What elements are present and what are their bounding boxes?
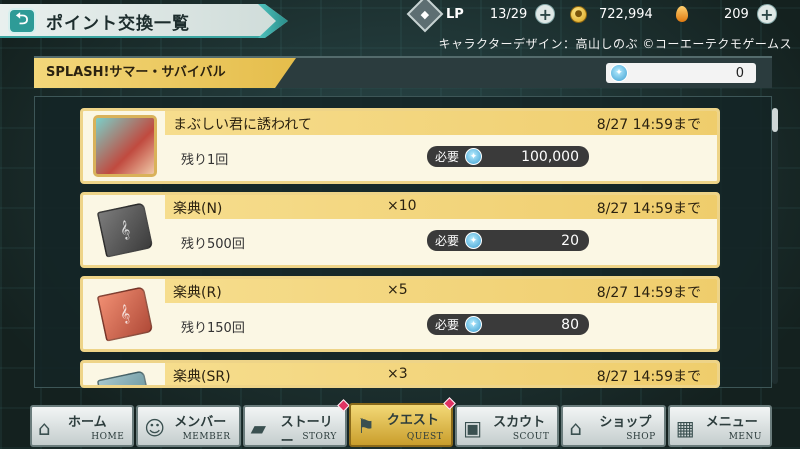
exchange-item[interactable]: まぶしい君に誘われて 8/27 14:59まで 残り1回 必要 ✦ 100,00…	[80, 108, 720, 184]
item-header: 楽典(N) ×10 8/27 14:59まで	[165, 195, 717, 219]
nav-scout[interactable]: ▣ スカウト SCOUT	[455, 405, 560, 447]
shop-icon: ⌂	[569, 416, 583, 440]
item-qty: ×10	[387, 198, 417, 214]
nav-label: ストーリー	[280, 415, 333, 449]
members-icon: ☺	[144, 416, 166, 440]
lp-stat: ◆ LP 13/29 +	[406, 0, 556, 33]
portrait-thumbnail	[93, 115, 157, 177]
ticket-icon: ✦	[465, 232, 483, 249]
bottom-nav: ⌂ ホーム HOME ☺ メンバー MEMBER ▰ ストーリー STORY ⚑…	[0, 397, 800, 449]
nav-label: クエスト	[386, 413, 439, 428]
nav-story[interactable]: ▰ ストーリー STORY	[242, 399, 350, 449]
bus-icon: ▣	[463, 416, 483, 440]
ticket-icon: ✦	[465, 316, 483, 333]
nav-sublabel: QUEST	[406, 432, 444, 442]
nav-sublabel: MENU	[728, 432, 762, 442]
nav-sublabel: MEMBER	[182, 432, 231, 442]
ticket-icon: ✦	[465, 148, 483, 165]
nav-sublabel: HOME	[91, 432, 125, 442]
book-icon: ▰	[250, 416, 266, 440]
item-qty: ×3	[387, 366, 408, 382]
grid-icon: ▦	[675, 416, 695, 440]
nav-label: メンバー	[174, 415, 227, 430]
item-name: 楽典(SR)	[173, 369, 231, 385]
cost-label: 必要	[435, 150, 460, 164]
book-n-icon: 𝄞	[96, 202, 154, 258]
lp-value: 13/29	[489, 6, 528, 22]
item-qty: ×5	[387, 282, 408, 298]
cost-pill: 必要 ✦ 100,000	[427, 146, 589, 167]
cost-value: 20	[561, 232, 579, 249]
home-icon: ⌂	[38, 416, 51, 440]
gems-value: 209	[724, 6, 749, 22]
nav-quest[interactable]: ⚑ クエスト QUEST	[348, 397, 456, 447]
lp-label: LP	[446, 6, 464, 22]
cost-pill: 必要 ✦ 20	[427, 230, 589, 251]
nav-sublabel: STORY	[302, 432, 337, 442]
exchange-item[interactable]: 𝄞 楽典(N) ×10 8/27 14:59まで 残り500回 必要 ✦ 20	[80, 192, 720, 268]
item-remaining: 残り1回	[181, 153, 229, 168]
item-deadline: 8/27 14:59まで	[596, 201, 701, 217]
coins-value: 722,994	[599, 6, 653, 22]
cost-value: 100,000	[521, 148, 579, 165]
back-button[interactable]: ⮌	[8, 8, 36, 34]
ticket-count: 0	[735, 65, 744, 81]
book-r-icon: 𝄞	[96, 286, 154, 342]
item-name: 楽典(N)	[173, 201, 223, 217]
back-arrow-icon: ⮌	[15, 8, 29, 28]
book-sr-icon: 𝄞	[96, 370, 154, 385]
item-name: 楽典(R)	[173, 285, 222, 301]
nav-shop[interactable]: ⌂ ショップ SHOP	[561, 405, 666, 447]
cost-label: 必要	[435, 318, 460, 332]
coins-stat: ● 722,994	[570, 3, 653, 25]
event-bar: SPLASH!サマー・サバイバル ✦ 0	[34, 56, 772, 88]
cost-pill: 必要 ✦ 80	[427, 314, 589, 335]
nav-label: スカウト	[493, 415, 546, 430]
lp-add-button[interactable]: +	[535, 4, 556, 24]
page-title: ポイント交換一覧	[46, 14, 190, 34]
nav-sublabel: SCOUT	[512, 432, 550, 442]
nav-sublabel: SHOP	[626, 432, 656, 442]
item-deadline: 8/27 14:59まで	[596, 117, 701, 133]
item-remaining: 残り500回	[181, 237, 245, 252]
nav-label: ショップ	[599, 415, 652, 430]
cost-label: 必要	[435, 234, 460, 248]
ticket-counter: ✦ 0	[606, 63, 756, 83]
signpost-icon: ⚑	[356, 414, 375, 438]
copyright-text: キャラクターデザイン：高山しのぶ ©コーエーテクモゲームス	[438, 37, 792, 51]
item-header: まぶしい君に誘われて 8/27 14:59まで	[165, 111, 717, 135]
scrollbar-thumb[interactable]	[772, 108, 778, 132]
exchange-item[interactable]: 𝄞 楽典(SR) ×3 8/27 14:59まで	[80, 360, 720, 388]
event-name: SPLASH!サマー・サバイバル	[34, 58, 296, 88]
nav-menu[interactable]: ▦ メニュー MENU	[667, 405, 772, 447]
cost-value: 80	[561, 316, 579, 333]
gems-add-button[interactable]: +	[756, 4, 777, 24]
item-name: まぶしい君に誘われて	[173, 117, 312, 133]
nav-member[interactable]: ☺ メンバー MEMBER	[136, 405, 241, 447]
nav-home[interactable]: ⌂ ホーム HOME	[30, 405, 135, 447]
nav-label: メニュー	[705, 415, 758, 430]
item-header: 楽典(R) ×5 8/27 14:59まで	[165, 279, 717, 303]
gems-stat: 209 +	[676, 3, 777, 25]
item-header: 楽典(SR) ×3 8/27 14:59まで	[165, 363, 717, 385]
ticket-icon: ✦	[610, 64, 628, 82]
item-deadline: 8/27 14:59まで	[596, 369, 701, 385]
exchange-item[interactable]: 𝄞 楽典(R) ×5 8/27 14:59まで 残り150回 必要 ✦ 80	[80, 276, 720, 352]
coin-icon: ●	[570, 5, 587, 23]
nav-label: ホーム	[68, 415, 107, 430]
item-deadline: 8/27 14:59まで	[596, 285, 701, 301]
scrollbar[interactable]	[772, 108, 778, 384]
gem-icon	[676, 6, 688, 22]
item-remaining: 残り150回	[181, 321, 245, 336]
